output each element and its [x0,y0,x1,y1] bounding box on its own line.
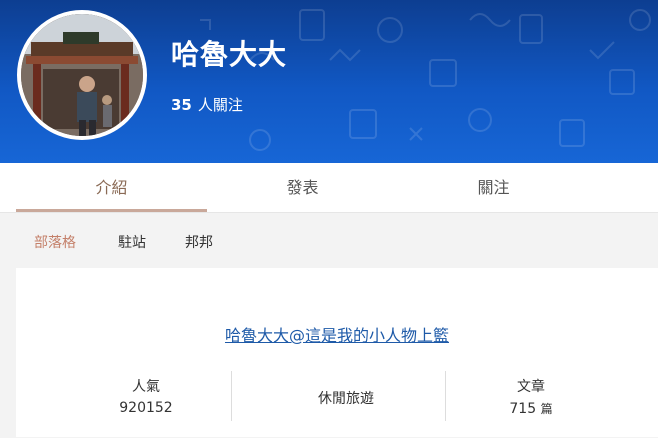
tab-following[interactable]: 關注 [398,163,589,213]
blog-title-link[interactable]: 哈魯大大@這是我的小人物上籃 [16,322,658,346]
active-tab-indicator [16,209,207,212]
articles-label: 文章 [517,379,545,395]
tab-posts[interactable]: 發表 [207,163,398,213]
sub-navigation: 部落格 駐站 邦邦 [0,214,658,266]
blog-card: 哈魯大大@這是我的小人物上籃 人氣 920152 休閒旅遊 文章 715 篇 [16,268,658,437]
profile-tabs: 介紹 發表 關注 [0,163,658,213]
stat-divider [231,371,232,421]
stat-divider [445,371,446,421]
avatar[interactable] [17,10,147,140]
stat-popularity: 人氣 920152 [56,376,236,426]
avatar-photo [21,14,143,136]
articles-value: 715 [509,401,537,417]
popularity-value: 920152 [119,400,173,416]
profile-name: 哈魯大大 [171,38,288,71]
subnav-station[interactable]: 駐站 [118,232,146,252]
popularity-label: 人氣 [132,379,160,395]
follower-count[interactable]: 35 人關注 [171,94,243,115]
articles-unit: 篇 [540,402,553,416]
category-value: 休閒旅遊 [318,391,374,407]
tab-intro[interactable]: 介紹 [16,163,207,213]
follower-number: 35 [171,96,192,114]
follower-label: 人關注 [197,96,243,114]
stat-category: 休閒旅遊 [246,388,446,438]
stat-articles: 文章 715 篇 [456,376,606,426]
profile-header: 哈魯大大 35 人關注 [0,0,658,163]
subnav-bangbang[interactable]: 邦邦 [185,232,213,252]
subnav-blog[interactable]: 部落格 [34,232,76,252]
